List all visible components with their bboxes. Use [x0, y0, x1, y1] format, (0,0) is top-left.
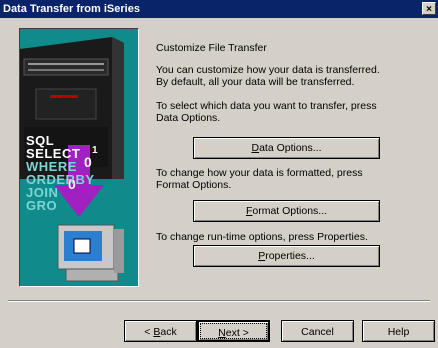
window-title: Data Transfer from iSeries — [3, 3, 140, 15]
button-label: ormat Options... — [252, 205, 328, 217]
button-label: ack — [160, 326, 177, 338]
button-label: Cancel — [301, 326, 334, 338]
close-icon: × — [426, 4, 432, 15]
svg-text:1: 1 — [92, 145, 98, 156]
button-label: ext > — [225, 327, 249, 339]
data-options-button[interactable]: Data Options... — [193, 137, 380, 159]
button-label-prefix: < — [144, 326, 154, 338]
cancel-button[interactable]: Cancel — [281, 320, 354, 342]
button-label: ata Options... — [259, 142, 322, 154]
next-button[interactable]: Next > — [197, 320, 270, 342]
properties-instruction: To change run-time options, press Proper… — [156, 231, 368, 243]
help-button[interactable]: Help — [362, 320, 435, 342]
format-options-button[interactable]: Format Options... — [193, 200, 380, 222]
button-label: roperties... — [265, 250, 315, 262]
footer-separator-highlight — [8, 301, 430, 302]
mnemonic: D — [251, 142, 260, 154]
properties-button[interactable]: Properties... — [193, 245, 380, 267]
back-button[interactable]: < Back — [124, 320, 197, 342]
page-heading: Customize File Transfer — [156, 42, 267, 54]
format-options-instruction: To change how your data is formatted, pr… — [156, 167, 363, 191]
button-label: Help — [387, 326, 410, 338]
mnemonic: N — [218, 327, 226, 339]
data-options-instruction: To select which data you want to transfe… — [156, 100, 377, 124]
intro-text: You can customize how your data is trans… — [156, 64, 380, 88]
close-button[interactable]: × — [422, 2, 436, 15]
svg-text:0: 0 — [84, 154, 92, 170]
computer-icon — [57, 224, 124, 282]
title-bar: Data Transfer from iSeries × — [0, 0, 438, 18]
wizard-illustration: 0 0 1 SQL SELECT WHERE ORDERBY JOIN GRO — [19, 28, 139, 287]
sql-keyword: GRO — [26, 198, 58, 213]
